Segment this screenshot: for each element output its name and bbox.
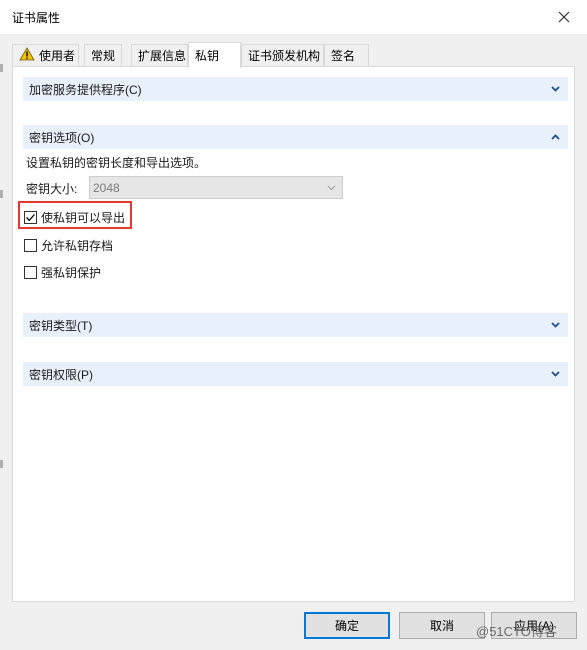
chevron-down-icon [327,185,336,191]
checkbox-strong-protection[interactable]: 强私钥保护 [24,264,101,281]
section-key-permissions[interactable]: 密钥权限(P) [23,362,568,386]
background-edge [0,460,3,468]
key-size-value: 2048 [93,180,120,195]
warning-icon [19,47,35,64]
checkbox-box[interactable] [24,266,37,279]
close-icon [558,11,570,23]
key-size-label: 密钥大小: [26,182,78,196]
section-label: 密钥选项(O) [29,130,95,145]
section-label: 密钥权限(P) [29,367,93,382]
checkbox-exportable[interactable]: 使私钥可以导出 [24,209,125,226]
checkbox-label: 允许私钥存档 [41,239,114,253]
section-label: 加密服务提供程序(C) [29,82,142,97]
section-key-type[interactable]: 密钥类型(T) [23,313,568,337]
tab-label: 私钥 [195,49,220,63]
title-bar: 证书属性 [0,0,587,34]
tab-general[interactable]: 常规 [84,44,122,66]
tab-label: 扩展信息 [138,49,187,63]
ok-button[interactable]: 确定 [304,612,390,639]
section-csp[interactable]: 加密服务提供程序(C) [23,77,568,101]
checkbox-box[interactable] [24,211,37,224]
checkbox-archival[interactable]: 允许私钥存档 [24,237,113,254]
section-label: 密钥类型(T) [29,318,93,333]
tab-signature[interactable]: 签名 [324,44,369,66]
tab-private-key[interactable]: 私钥 [188,42,241,68]
checkbox-label: 使私钥可以导出 [41,211,126,225]
button-label: 取消 [429,619,454,633]
background-edge [0,64,3,72]
chevron-up-icon [551,134,560,140]
checkmark-icon [26,214,35,222]
tab-certification-authority[interactable]: 证书颁发机构 [241,44,324,66]
button-label: 确定 [334,619,359,633]
chevron-down-icon [551,371,560,377]
chevron-down-icon [551,86,560,92]
cancel-button[interactable]: 取消 [399,612,485,639]
tab-subject[interactable]: 使用者 [12,44,79,66]
key-options-description: 设置私钥的密钥长度和导出选项。 [26,156,207,170]
tab-label: 签名 [331,49,356,63]
checkbox-box[interactable] [24,239,37,252]
tab-extensions[interactable]: 扩展信息 [131,44,188,66]
section-key-options[interactable]: 密钥选项(O) [23,125,568,149]
watermark: @51CTO博客 [476,624,557,639]
key-size-select[interactable]: 2048 [89,176,343,199]
tab-label: 使用者 [39,49,76,63]
close-button[interactable] [541,0,587,34]
checkbox-label: 强私钥保护 [41,266,102,280]
tab-label: 证书颁发机构 [248,49,321,63]
window-title: 证书属性 [12,11,61,25]
chevron-down-icon [551,322,560,328]
tab-panel: 加密服务提供程序(C) 密钥选项(O) 设置私钥的密钥长度和导出选项。 密钥大小… [12,66,575,602]
background-edge [0,190,3,198]
tab-label: 常规 [91,49,116,63]
